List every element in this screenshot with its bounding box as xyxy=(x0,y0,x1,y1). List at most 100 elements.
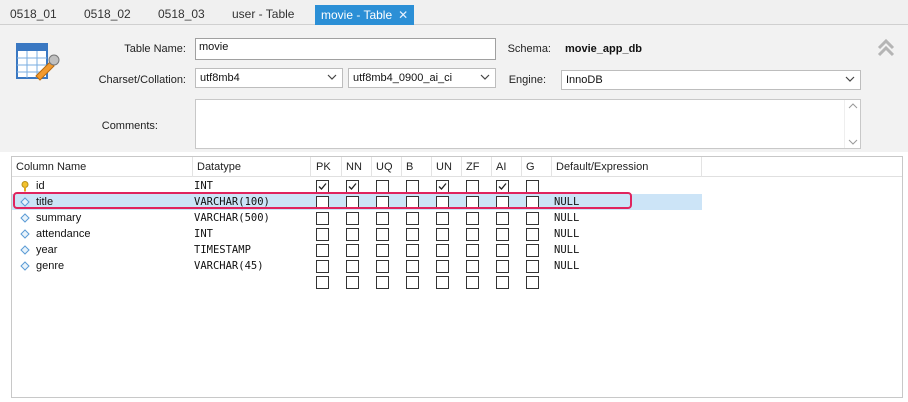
grid-header: Column Name Datatype PK NN UQ B UN ZF AI… xyxy=(12,157,902,177)
engine-select[interactable]: InnoDB xyxy=(561,70,861,90)
datatype-cell[interactable]: TIMESTAMP xyxy=(194,242,251,258)
header-uq[interactable]: UQ xyxy=(372,157,402,177)
header-column-name[interactable]: Column Name xyxy=(12,157,193,177)
header-default-expression[interactable]: Default/Expression xyxy=(552,157,702,177)
comments-textarea[interactable] xyxy=(195,99,861,149)
flag-checkbox-pk[interactable] xyxy=(316,260,329,273)
flag-checkbox-g[interactable] xyxy=(526,212,539,225)
header-pk[interactable]: PK xyxy=(312,157,342,177)
default-expression-cell[interactable]: NULL xyxy=(554,242,579,258)
flag-checkbox-un[interactable] xyxy=(436,276,449,289)
datatype-cell[interactable]: INT xyxy=(194,226,213,242)
flag-checkbox-uq[interactable] xyxy=(376,212,389,225)
flag-checkbox-un[interactable] xyxy=(436,212,449,225)
close-icon[interactable]: ✕ xyxy=(398,5,408,26)
flag-checkbox-nn[interactable] xyxy=(346,212,359,225)
tab-user-table[interactable]: user - Table xyxy=(226,4,300,25)
column-name-cell[interactable]: year xyxy=(36,242,57,258)
flag-checkbox-ai[interactable] xyxy=(496,228,509,241)
header-g[interactable]: G xyxy=(522,157,552,177)
charset-select[interactable]: utf8mb4 xyxy=(195,68,343,88)
flag-checkbox-uq[interactable] xyxy=(376,244,389,257)
datatype-cell[interactable]: VARCHAR(500) xyxy=(194,210,270,226)
check-icon xyxy=(348,183,357,190)
scroll-arrows-icon xyxy=(848,103,858,145)
flag-checkbox-un[interactable] xyxy=(436,260,449,273)
flag-checkbox-nn[interactable] xyxy=(346,276,359,289)
flag-checkbox-zf[interactable] xyxy=(466,228,479,241)
table-name-input[interactable]: movie xyxy=(195,38,496,60)
flag-checkbox-un[interactable] xyxy=(436,228,449,241)
table-row[interactable] xyxy=(12,274,902,290)
schema-value: movie_app_db xyxy=(565,43,643,55)
tab-movie-table[interactable]: movie - Table ✕ xyxy=(315,5,415,26)
check-icon xyxy=(438,183,447,190)
column-name-cell[interactable]: genre xyxy=(36,258,64,274)
flag-checkbox-ai[interactable] xyxy=(496,276,509,289)
collation-select[interactable]: utf8mb4_0900_ai_ci xyxy=(348,68,496,88)
flag-checkbox-b[interactable] xyxy=(406,228,419,241)
column-name-cell[interactable]: summary xyxy=(36,210,81,226)
column-name-cell[interactable]: attendance xyxy=(36,226,90,242)
flag-checkbox-ai[interactable] xyxy=(496,244,509,257)
table-row[interactable]: summary VARCHAR(500) NULL xyxy=(12,210,902,226)
header-un[interactable]: UN xyxy=(432,157,462,177)
tab-bar: 0518_01 0518_02 0518_03 user - Table mov… xyxy=(0,0,908,26)
engine-select-value: InnoDB xyxy=(566,74,603,86)
flag-checkbox-nn[interactable] xyxy=(346,244,359,257)
flag-checkbox-zf[interactable] xyxy=(466,212,479,225)
flag-checkbox-uq[interactable] xyxy=(376,276,389,289)
highlight-annotation xyxy=(13,192,632,209)
flag-checkbox-b[interactable] xyxy=(406,244,419,257)
collapse-panel-icon[interactable] xyxy=(876,38,896,61)
table-row[interactable]: genre VARCHAR(45) NULL xyxy=(12,258,902,274)
engine-label: Engine: xyxy=(508,74,546,86)
tab-movie-table-label: movie - Table xyxy=(321,8,393,22)
flag-checkbox-b[interactable] xyxy=(406,276,419,289)
schema-label: Schema: xyxy=(507,43,551,55)
flag-checkbox-zf[interactable] xyxy=(466,244,479,257)
header-nn[interactable]: NN xyxy=(342,157,372,177)
flag-checkbox-zf[interactable] xyxy=(466,276,479,289)
flag-checkbox-b[interactable] xyxy=(406,260,419,273)
header-b[interactable]: B xyxy=(402,157,432,177)
flag-checkbox-zf[interactable] xyxy=(466,260,479,273)
flag-checkbox-g[interactable] xyxy=(526,244,539,257)
check-icon xyxy=(318,183,327,190)
header-datatype[interactable]: Datatype xyxy=(193,157,311,177)
tab-0518-03[interactable]: 0518_03 xyxy=(152,4,211,25)
flag-checkbox-uq[interactable] xyxy=(376,260,389,273)
tab-0518-01[interactable]: 0518_01 xyxy=(4,4,63,25)
flag-checkbox-g[interactable] xyxy=(526,260,539,273)
default-expression-cell[interactable]: NULL xyxy=(554,226,579,242)
flag-checkbox-pk[interactable] xyxy=(316,276,329,289)
flag-checkbox-pk[interactable] xyxy=(316,212,329,225)
flag-checkbox-pk[interactable] xyxy=(316,228,329,241)
diamond-icon xyxy=(20,213,30,226)
default-expression-cell[interactable]: NULL xyxy=(554,258,579,274)
header-zf[interactable]: ZF xyxy=(462,157,492,177)
chevron-down-icon xyxy=(327,74,337,80)
check-icon xyxy=(498,183,507,190)
tab-0518-02[interactable]: 0518_02 xyxy=(78,4,137,25)
table-row[interactable]: attendance INT NULL xyxy=(12,226,902,242)
header-ai[interactable]: AI xyxy=(492,157,522,177)
flag-checkbox-uq[interactable] xyxy=(376,228,389,241)
flag-checkbox-pk[interactable] xyxy=(316,244,329,257)
table-row[interactable]: year TIMESTAMP NULL xyxy=(12,242,902,258)
chevron-down-icon xyxy=(845,76,855,82)
flag-checkbox-g[interactable] xyxy=(526,228,539,241)
datatype-cell[interactable]: VARCHAR(45) xyxy=(194,258,264,274)
flag-checkbox-b[interactable] xyxy=(406,212,419,225)
flag-checkbox-ai[interactable] xyxy=(496,260,509,273)
flag-checkbox-nn[interactable] xyxy=(346,260,359,273)
default-expression-cell[interactable]: NULL xyxy=(554,210,579,226)
diamond-icon xyxy=(20,229,30,242)
flag-checkbox-nn[interactable] xyxy=(346,228,359,241)
comments-scrollbar[interactable] xyxy=(844,100,860,148)
collation-select-value: utf8mb4_0900_ai_ci xyxy=(353,72,453,84)
flag-checkbox-ai[interactable] xyxy=(496,212,509,225)
flag-checkbox-g[interactable] xyxy=(526,276,539,289)
table-properties-panel: Table Name: movie Schema: movie_app_db C… xyxy=(0,25,908,152)
flag-checkbox-un[interactable] xyxy=(436,244,449,257)
